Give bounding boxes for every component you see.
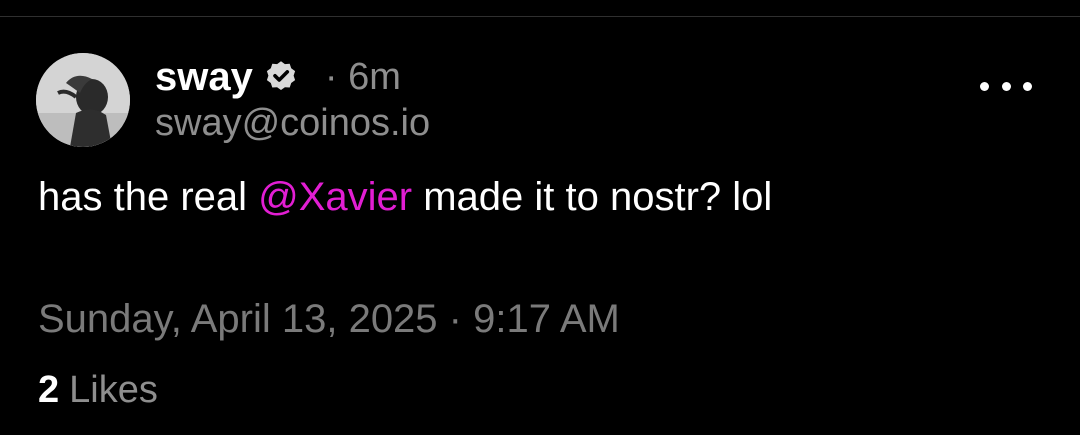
more-options-button[interactable] xyxy=(980,74,1032,98)
post-content: has the real @Xavier made it to nostr? l… xyxy=(38,172,772,222)
post-text-before: has the real xyxy=(38,175,259,219)
likes-count: 2 xyxy=(38,369,60,411)
author-handle[interactable]: sway@coinos.io xyxy=(155,100,430,146)
post-timestamp: Sunday, April 13, 2025 · 9:17 AM xyxy=(38,297,620,341)
likes-link[interactable]: 2 Likes xyxy=(38,366,158,414)
avatar-photo xyxy=(36,53,130,147)
more-horizontal-icon xyxy=(980,81,989,91)
more-horizontal-icon xyxy=(1001,81,1011,91)
post-text-after: made it to nostr? lol xyxy=(412,175,773,219)
likes-label: Likes xyxy=(69,369,158,411)
top-divider xyxy=(0,16,1080,17)
avatar[interactable] xyxy=(36,53,130,147)
post-time-ago: · 6m xyxy=(324,56,401,98)
post-header: sway · 6m xyxy=(155,52,401,102)
more-horizontal-icon xyxy=(1023,81,1032,91)
verified-badge-icon xyxy=(263,59,299,95)
display-name[interactable]: sway xyxy=(155,52,253,102)
mention-link[interactable]: @Xavier xyxy=(258,175,412,219)
